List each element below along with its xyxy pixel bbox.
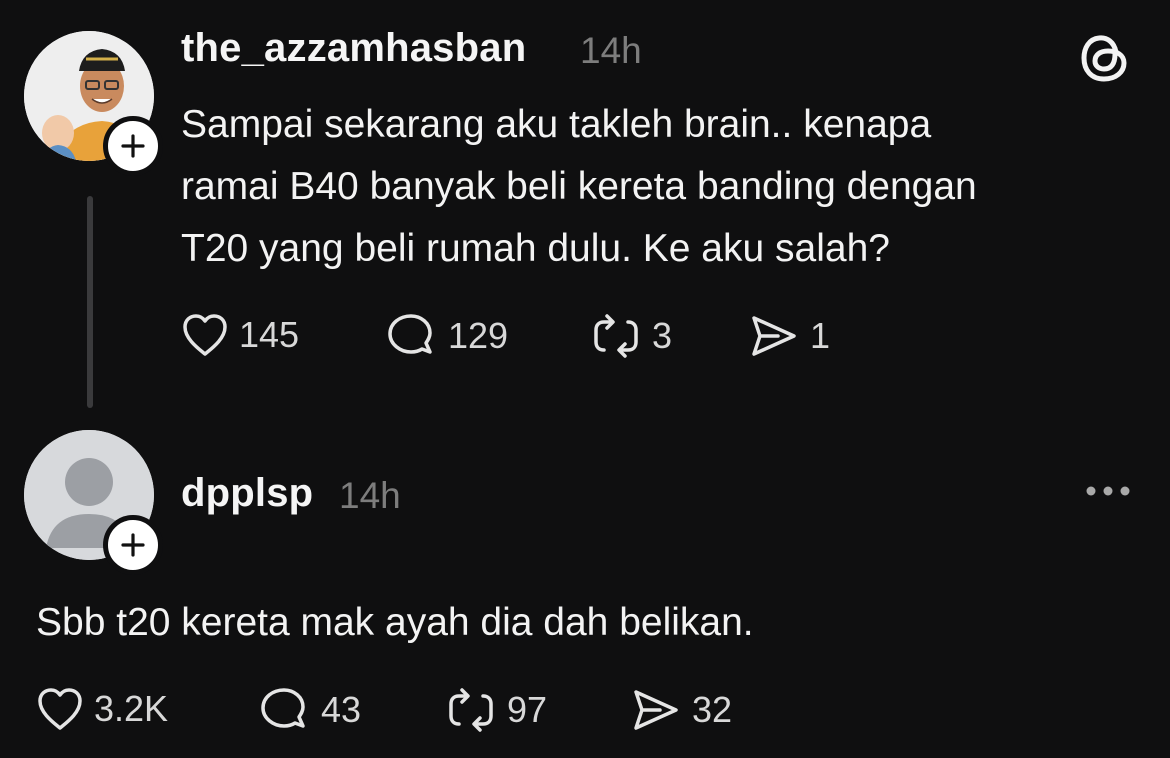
post-text-line: Sampai sekarang aku takleh brain.. kenap… <box>181 103 932 146</box>
comment-button[interactable]: 43 <box>257 686 361 734</box>
share-button[interactable]: 1 <box>748 312 830 360</box>
plus-icon <box>121 533 145 557</box>
threads-logo-icon[interactable] <box>1080 30 1130 89</box>
heart-icon <box>38 688 82 730</box>
comment-button[interactable]: 129 <box>384 312 508 360</box>
share-send-icon <box>752 316 796 356</box>
heart-icon <box>183 314 227 356</box>
follow-button[interactable] <box>103 515 163 575</box>
reply-timestamp: 14h <box>339 475 401 516</box>
repost-count: 97 <box>507 689 548 730</box>
comment-bubble-icon <box>261 688 305 728</box>
like-count: 3.2K <box>94 688 169 729</box>
reply-author-username[interactable]: dpplsp <box>181 471 313 516</box>
comment-count: 129 <box>448 315 509 356</box>
plus-icon <box>121 134 145 158</box>
post-text-line: ramai B40 banyak beli kereta banding den… <box>181 165 977 208</box>
comment-count: 43 <box>321 689 362 730</box>
comment-bubble-icon <box>388 314 432 354</box>
repost-button[interactable]: 3 <box>590 312 672 360</box>
post-body: Sampai sekarang aku takleh brain.. kenap… <box>181 94 977 280</box>
post-author-username[interactable]: the_azzamhasban <box>181 26 526 71</box>
post-timestamp: 14h <box>580 30 642 71</box>
like-button[interactable]: 145 <box>181 312 299 358</box>
repost-icon <box>449 688 493 732</box>
post-text-line: T20 yang beli rumah dulu. Ke aku salah? <box>181 227 890 270</box>
share-send-icon <box>634 690 678 730</box>
more-options-icon[interactable] <box>1084 478 1132 509</box>
like-count: 145 <box>239 314 300 355</box>
reply-body: Sbb t20 kereta mak ayah dia dah belikan. <box>36 601 754 644</box>
share-count: 1 <box>810 315 831 356</box>
repost-icon <box>594 314 638 358</box>
repost-button[interactable]: 97 <box>445 686 547 734</box>
repost-count: 3 <box>652 315 673 356</box>
share-count: 32 <box>692 689 733 730</box>
thread-connector-line <box>87 196 93 408</box>
share-button[interactable]: 32 <box>630 686 732 734</box>
like-button[interactable]: 3.2K <box>36 686 168 732</box>
follow-button[interactable] <box>103 116 163 176</box>
